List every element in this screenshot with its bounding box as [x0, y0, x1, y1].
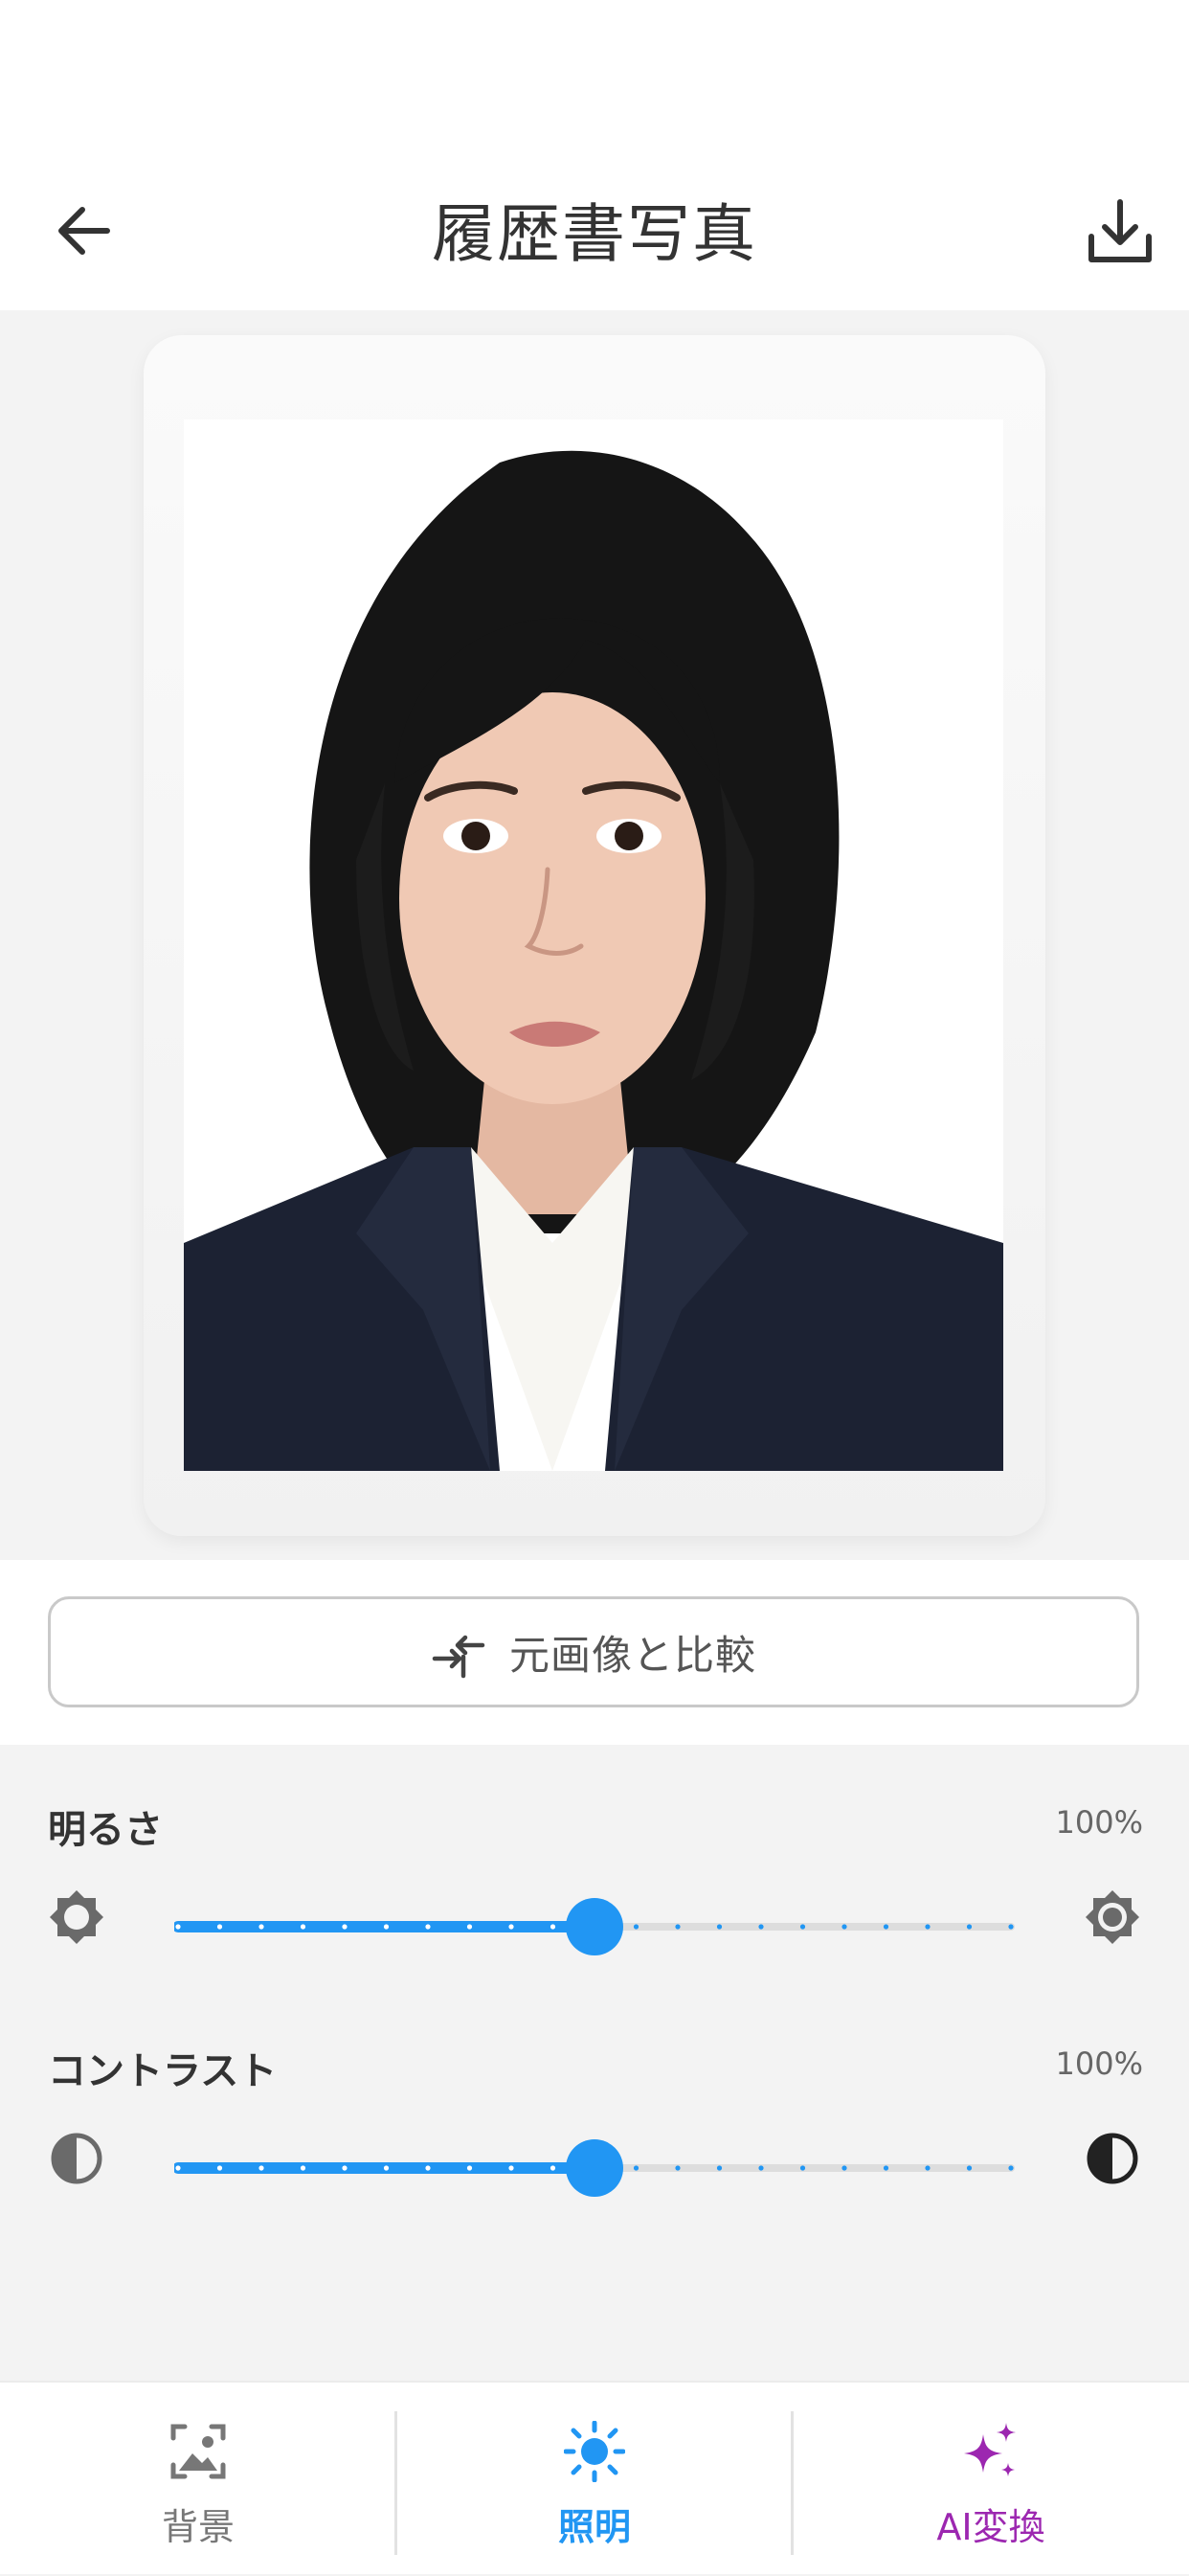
compare-original-label: 元画像と比較 — [508, 1631, 756, 1679]
contrast-high-button[interactable] — [1082, 2128, 1143, 2189]
compare-original-button[interactable]: 元画像と比較 — [48, 1596, 1139, 1707]
slider-tick — [508, 1924, 514, 1930]
slider-tick — [258, 2165, 264, 2171]
contrast-low-button[interactable] — [46, 2128, 107, 2189]
slider-tick — [675, 2165, 681, 2171]
slider-tick — [841, 1924, 847, 1930]
slider-tick — [925, 1924, 931, 1930]
slider-tick — [883, 1924, 889, 1930]
slider-tick — [216, 2165, 223, 2171]
brightness-high-button[interactable] — [1082, 1887, 1143, 1948]
slider-tick — [425, 1924, 431, 1930]
nav-label-lighting: 照明 — [557, 2506, 631, 2548]
download-button[interactable] — [1082, 194, 1158, 271]
app-header: 履歴書写真 — [0, 0, 1189, 310]
slider-tick — [758, 1924, 764, 1930]
slider-tick — [342, 2165, 348, 2171]
nav-item-lighting[interactable]: 照明 — [396, 2383, 793, 2576]
brightness-value: 100% — [1055, 1804, 1143, 1841]
nav-label-ai-transform: AI変換 — [936, 2506, 1045, 2548]
contrast-value: 100% — [1055, 2045, 1143, 2082]
contrast-label: コントラスト — [48, 2049, 278, 2093]
slider-tick — [300, 2165, 306, 2171]
slider-tick — [675, 1924, 681, 1930]
slider-tick — [258, 1924, 264, 1930]
contrast-high-icon — [1087, 2133, 1138, 2184]
slider-tick — [550, 2165, 556, 2171]
bottom-navigation: 背景 照明 AI変換 — [0, 2381, 1189, 2574]
brightness-low-button[interactable] — [46, 1887, 107, 1948]
photo-card — [144, 335, 1045, 1536]
slider-thumb — [566, 1898, 623, 1955]
slider-tick — [716, 1924, 723, 1930]
slider-tick — [300, 1924, 306, 1930]
slider-tick — [633, 1924, 639, 1930]
slider-tick — [216, 1924, 223, 1930]
slider-tick — [175, 1924, 181, 1930]
portrait-photo — [184, 419, 1003, 1471]
slider-tick — [966, 2165, 973, 2171]
compare-section: 元画像と比較 — [0, 1560, 1189, 1745]
slider-tick — [841, 2165, 847, 2171]
slider-tick — [799, 2165, 806, 2171]
slider-tick — [1008, 1924, 1014, 1930]
slider-tick — [966, 1924, 973, 1930]
adjustments-panel: 明るさ 100% コントラスト 100% — [0, 1745, 1189, 2381]
slider-tick — [1008, 2165, 1014, 2171]
sun-icon — [564, 2421, 625, 2482]
slider-tick — [633, 2165, 639, 2171]
photo-preview-area — [0, 310, 1189, 1560]
swap-arrows-icon — [432, 1635, 485, 1679]
slider-tick — [175, 2165, 181, 2171]
slider-thumb — [566, 2139, 623, 2197]
slider-tick — [466, 2165, 473, 2171]
slider-tick — [383, 2165, 390, 2171]
slider-tick — [925, 2165, 931, 2171]
slider-tick — [758, 2165, 764, 2171]
slider-tick — [466, 1924, 473, 1930]
slider-tick — [425, 2165, 431, 2171]
background-image-icon — [170, 2424, 226, 2479]
nav-item-ai-transform[interactable]: AI変換 — [793, 2383, 1189, 2576]
slider-tick — [716, 2165, 723, 2171]
slider-tick — [342, 1924, 348, 1930]
contrast-low-icon — [51, 2133, 102, 2184]
slider-tick — [550, 1924, 556, 1930]
slider-tick — [383, 1924, 390, 1930]
page-title: 履歴書写真 — [432, 197, 757, 271]
contrast-slider[interactable] — [174, 2130, 1015, 2206]
slider-tick — [508, 2165, 514, 2171]
brightness-slider[interactable] — [174, 1888, 1015, 1965]
nav-item-background[interactable]: 背景 — [0, 2383, 396, 2576]
nav-label-background: 背景 — [161, 2506, 235, 2548]
slider-tick — [883, 2165, 889, 2171]
download-icon — [1088, 199, 1152, 262]
brightness-high-icon — [1086, 1890, 1139, 1944]
brightness-label: 明るさ — [48, 1808, 163, 1852]
slider-tick — [799, 1924, 806, 1930]
portrait-illustration — [184, 419, 1003, 1471]
sparkle-icon — [964, 2423, 1016, 2476]
brightness-low-icon — [50, 1890, 103, 1944]
